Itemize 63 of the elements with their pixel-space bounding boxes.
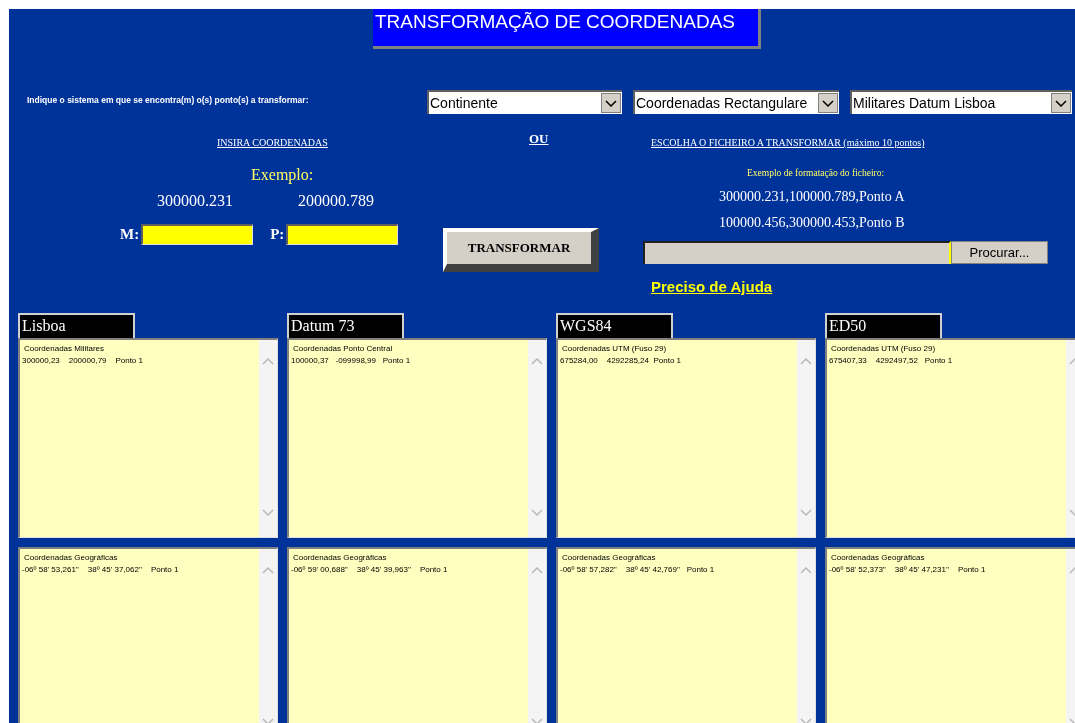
chevron-down-icon[interactable] [262, 718, 274, 723]
scrollbar[interactable] [797, 340, 815, 537]
dropdown[interactable]: Continente [427, 90, 622, 114]
caret-icon[interactable] [822, 99, 834, 107]
chevron-down-icon[interactable] [531, 718, 543, 723]
example-value: 200000.789 [298, 191, 374, 211]
file-example-line: 100000.456,300000.453,Ponto B [719, 215, 905, 230]
example-label: Exemplo: [251, 166, 314, 183]
datum-label: ED50 [825, 313, 942, 338]
result-line: -06º 58' 53,261'' 38º 45' 37,062'' Ponto 1 [22, 564, 179, 576]
result-heading: Coordenadas Ponto Central [292, 343, 393, 355]
coordinate-input[interactable] [286, 223, 399, 245]
chevron-down-icon[interactable] [800, 718, 812, 723]
result-line: 300000,23 200000,79 Ponto 1 [22, 355, 143, 367]
result-heading: Coordenadas Geográficas [292, 552, 387, 564]
scrollbar[interactable] [797, 549, 815, 723]
help-link[interactable]: Preciso de Ajuda [651, 278, 773, 295]
transform-button[interactable]: TRANSFORMAR [443, 228, 599, 272]
result-line: 675407,33 4292497,52 Ponto 1 [829, 355, 953, 367]
example-value: 300000.231 [157, 191, 233, 211]
dropdown[interactable]: Coordenadas Rectangulare [633, 90, 839, 114]
choose-file-link[interactable]: ESCOLHA O FICHEIRO A TRANSFORMAR (máximo 10 pontos) [651, 137, 925, 148]
result-heading: Coordenadas UTM (Fuso 29) [830, 343, 936, 355]
file-path-field[interactable] [643, 241, 951, 264]
scrollbar[interactable] [528, 340, 546, 537]
datum-label: WGS84 [556, 313, 673, 338]
result-line: -06º 58' 57,282'' 38º 45' 42,769'' Ponto 1 [560, 564, 715, 576]
or-label: OU [529, 131, 549, 146]
caret-icon[interactable] [605, 99, 617, 107]
result-heading: Coordenadas Militares [23, 343, 105, 355]
chevron-up-icon[interactable] [262, 567, 274, 574]
result-heading: Coordenadas Geográficas [23, 552, 118, 564]
instruction-text: Indique o sistema em que se encontra(m) o(s) ponto(s) a transformar: [27, 95, 309, 105]
dropdown[interactable]: Militares Datum Lisboa [850, 90, 1072, 114]
scrollbar[interactable] [259, 340, 277, 537]
caret-icon[interactable] [1055, 99, 1067, 107]
coordinate-input[interactable] [141, 223, 254, 245]
chevron-up-icon[interactable] [800, 358, 812, 365]
scrollbar[interactable] [259, 549, 277, 723]
result-line: 100000,37 -099998,99 Ponto 1 [291, 355, 411, 367]
browse-button[interactable]: Procurar... [951, 241, 1048, 264]
field-label: M: [120, 225, 140, 244]
result-line: -06º 58' 52,373'' 38º 45' 47,231'' Ponto 1 [829, 564, 986, 576]
chevron-up-icon[interactable] [262, 358, 274, 365]
datum-label: Lisboa [18, 313, 135, 338]
chevron-up-icon[interactable] [531, 567, 543, 574]
result-heading: Coordenadas UTM (Fuso 29) [561, 343, 667, 355]
datum-label: Datum 73 [287, 313, 404, 338]
result-line: -06º 59' 00,688'' 38º 45' 39,963'' Ponto 1 [291, 564, 448, 576]
scrollbar[interactable] [528, 549, 546, 723]
page-title: TRANSFORMAÇÃO DE COORDENADAS [373, 9, 761, 49]
result-line: 675284,00 4292285,24 Ponto 1 [560, 355, 681, 367]
result-heading: Coordenadas Geográficas [830, 552, 925, 564]
file-format-example-label: Exemplo de formatação do ficheiro: [747, 168, 885, 178]
chevron-down-icon[interactable] [800, 509, 812, 516]
result-heading: Coordenadas Geográficas [561, 552, 656, 564]
chevron-down-icon[interactable] [531, 509, 543, 516]
field-label: P: [270, 225, 285, 244]
chevron-up-icon[interactable] [800, 567, 812, 574]
chevron-up-icon[interactable] [531, 358, 543, 365]
insert-coordinates-link[interactable]: INSIRA COORDENADAS [217, 137, 328, 148]
chevron-down-icon[interactable] [262, 509, 274, 516]
file-example-line: 300000.231,100000.789,Ponto A [719, 189, 905, 204]
